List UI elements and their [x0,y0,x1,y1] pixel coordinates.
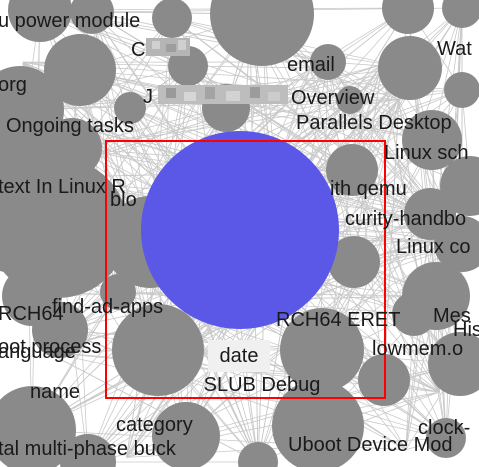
focus-caption: SLUB Debug [204,374,321,396]
node-label[interactable]: Linux co [396,236,471,258]
node-label[interactable]: lowmem.o [372,338,463,360]
node-label[interactable]: Uboot Device Mod [288,434,453,456]
graph-node[interactable] [378,36,442,100]
node-label[interactable]: curity-handbo [345,208,466,230]
graph-canvas[interactable]: u power module Wat email org Overview On… [0,0,479,467]
focus-label[interactable]: date [208,340,270,372]
svg-text:C: C [131,39,145,61]
node-label[interactable]: Overview [291,87,375,109]
svg-text:date: date [220,345,259,367]
node-label[interactable]: find-ad-apps [52,296,163,318]
node-label[interactable]: name [30,381,80,403]
focus-node[interactable] [141,131,339,329]
node-label[interactable]: email [287,54,335,76]
node-label[interactable]: Parallels Desktop [296,112,452,134]
node-label[interactable]: ith qemu [330,178,407,200]
node-label[interactable]: org [0,74,27,96]
node-label[interactable]: blo [110,189,137,211]
node-label[interactable]: Linux sch [384,142,469,164]
node-label[interactable]: RCH64 ERET [276,309,400,331]
node-label[interactable]: category [116,414,193,436]
node-label[interactable]: text In Linux R [0,176,126,198]
graph-node[interactable] [242,16,258,32]
node-label[interactable]: u power module [0,10,140,32]
node-label[interactable]: Wat [437,38,472,60]
node-label[interactable]: tal multi-phase buck [0,438,177,460]
graph-node[interactable] [444,72,479,108]
node-label[interactable]: Ongoing tasks [6,115,134,137]
svg-text:J: J [143,86,153,108]
node-label[interactable]: anguage [0,341,76,363]
